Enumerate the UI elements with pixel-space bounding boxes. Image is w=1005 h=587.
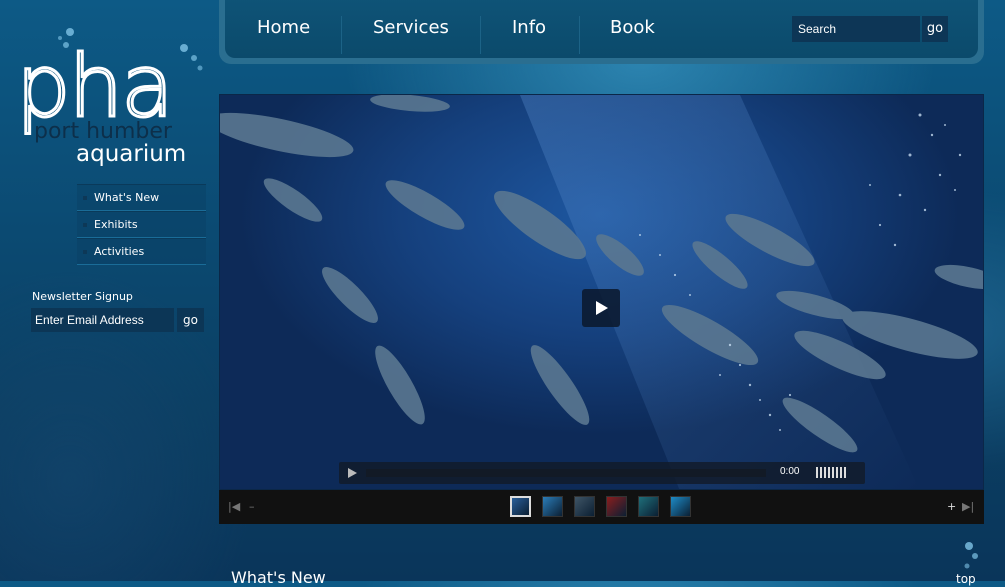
bullet-icon — [83, 196, 87, 200]
play-button[interactable] — [582, 289, 620, 327]
sidebar-item-activities[interactable]: Activities — [77, 238, 206, 265]
back-to-top-link[interactable]: top — [956, 572, 976, 586]
sidebar-item-label: What's New — [94, 191, 160, 204]
sidebar-item-exhibits[interactable]: Exhibits — [77, 211, 206, 238]
logo[interactable]: pha port humber aquarium — [14, 28, 214, 178]
video-controls: 0:00 — [339, 462, 865, 484]
seek-bar[interactable] — [366, 469, 766, 477]
nav-book[interactable]: Book — [610, 17, 655, 38]
search-input[interactable] — [792, 16, 920, 42]
newsletter-label: Newsletter Signup — [32, 290, 133, 303]
sidebar-item-whats-new[interactable]: What's New — [77, 184, 206, 211]
newsletter-email-input[interactable] — [31, 308, 174, 332]
bullet-icon — [83, 223, 87, 227]
video-thumbnail[interactable] — [574, 496, 595, 517]
volume-control[interactable] — [816, 467, 848, 478]
play-icon[interactable] — [348, 468, 357, 478]
video-thumbnail[interactable] — [606, 496, 627, 517]
newsletter-go-button[interactable]: go — [177, 308, 204, 332]
nav-divider — [579, 16, 580, 54]
bullet-icon — [83, 250, 87, 254]
last-item-icon[interactable]: ▶| — [962, 501, 974, 513]
nav-home[interactable]: Home — [257, 17, 310, 38]
logo-line-2: aquarium — [76, 141, 187, 167]
first-item-icon[interactable]: |◀ — [228, 501, 240, 513]
video-thumbnail[interactable] — [542, 496, 563, 517]
logo-wordmark: pha — [15, 37, 176, 137]
video-thumbnail[interactable] — [638, 496, 659, 517]
zoom-out-icon[interactable]: – — [249, 501, 255, 513]
nav-divider — [341, 16, 342, 54]
side-nav: What's New Exhibits Activities — [77, 184, 206, 265]
video-player[interactable]: 0:00 — [219, 94, 984, 490]
section-title: What's New — [231, 568, 326, 587]
zoom-in-icon[interactable]: + — [947, 501, 956, 513]
nav-info[interactable]: Info — [512, 17, 546, 38]
time-display: 0:00 — [780, 466, 800, 477]
thumbnail-bar: |◀ – + ▶| — [219, 490, 984, 524]
sidebar-item-label: Exhibits — [94, 218, 138, 231]
video-thumbnail[interactable] — [510, 496, 531, 517]
nav-divider — [480, 16, 481, 54]
nav-services[interactable]: Services — [373, 17, 449, 38]
video-thumbnail[interactable] — [670, 496, 691, 517]
sidebar-item-label: Activities — [94, 245, 145, 258]
search-go-button[interactable]: go — [922, 16, 948, 42]
